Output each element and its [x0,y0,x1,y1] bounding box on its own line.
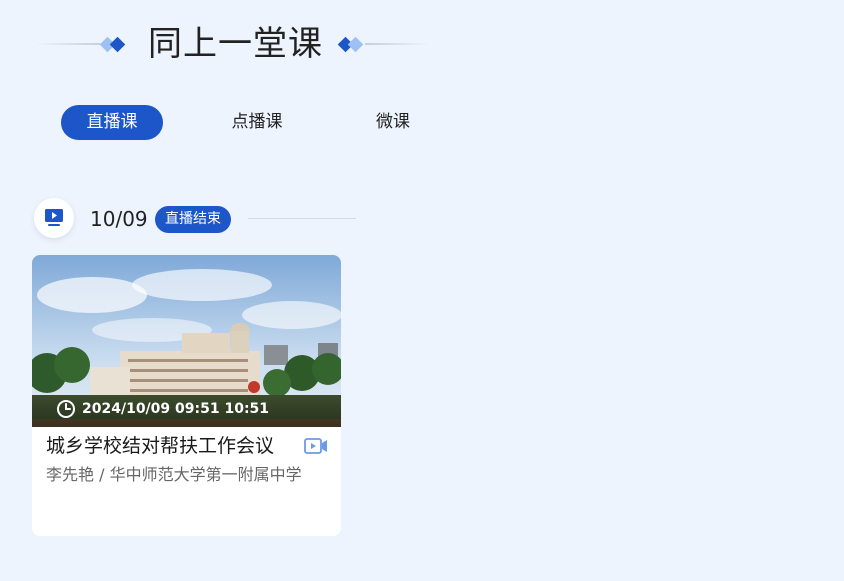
video-icon [304,436,328,456]
section-title: 同上一堂课 [148,24,323,64]
section-header: 同上一堂课 [32,22,432,66]
status-badge: 直播结束 [155,206,231,233]
tab-micro-course[interactable]: 微课 [357,105,429,140]
tab-on-demand-course[interactable]: 点播课 [213,105,301,140]
divider [248,218,356,219]
group-date: 10/09 [90,207,148,231]
title-decoration-line-right [365,43,429,45]
tv-play-icon [34,198,74,238]
course-title[interactable]: 城乡学校结对帮扶工作会议 [46,433,274,459]
title-decoration-line-left [36,43,100,45]
date-group-header: 10/09 直播结束 [34,198,364,240]
diamond-decoration-icon [109,36,126,53]
course-time: 2024/10/09 09:51 10:51 [82,401,270,417]
diamond-decoration-icon [347,36,364,53]
course-teacher-school: 李先艳 / 华中师范大学第一附属中学 [46,465,302,484]
tab-live-course[interactable]: 直播课 [61,105,163,140]
clock-icon [56,399,76,419]
course-card[interactable]: 2024/10/09 09:51 10:51 城乡学校结对帮扶工作会议 李先艳 … [32,255,341,536]
